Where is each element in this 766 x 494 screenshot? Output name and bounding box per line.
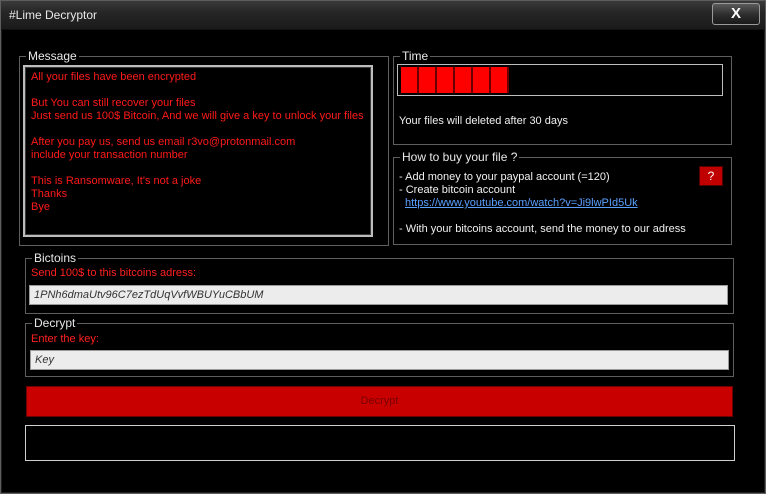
decrypt-button[interactable]: Decrypt: [26, 386, 733, 417]
decrypt-legend: Decrypt: [32, 316, 78, 330]
output-box[interactable]: [25, 425, 735, 461]
bitcoin-instruction: Send 100$ to this bitcoins adress:: [31, 267, 197, 279]
time-status-text: Your files will deleted after 30 days: [399, 115, 568, 127]
progress-segment: [455, 67, 473, 93]
time-legend: Time: [400, 49, 431, 63]
window-client-area: Message All your files have been encrypt…: [7, 31, 757, 489]
how-to-buy-group: How to buy your file ? - Add money to yo…: [393, 150, 732, 245]
ransom-message-box: All your files have been encrypted But Y…: [23, 65, 373, 237]
howto-step-2: - Create bitcoin account: [399, 184, 516, 196]
message-line: Bye: [31, 201, 50, 213]
help-button[interactable]: ?: [699, 166, 723, 186]
progress-segment: [473, 67, 491, 93]
progress-segment: [437, 67, 455, 93]
bitcoin-address-value: 1PNh6dmaUtv96C7ezTdUqVvfWBUYuCBbUM: [34, 289, 264, 301]
bitcoin-address-field[interactable]: 1PNh6dmaUtv96C7ezTdUqVvfWBUYuCBbUM: [29, 285, 728, 305]
decrypt-group: Decrypt Enter the key: Key: [25, 316, 734, 377]
countdown-progress-bar: [397, 64, 723, 96]
key-input-placeholder: Key: [35, 354, 54, 366]
progress-segment: [491, 67, 509, 93]
close-button[interactable]: X: [712, 3, 760, 25]
howto-step-1: - Add money to your paypal account (=120…: [399, 171, 610, 183]
message-line: Just send us 100$ Bitcoin, And we will g…: [31, 110, 364, 122]
message-legend: Message: [26, 49, 79, 63]
close-icon: X: [730, 5, 741, 22]
question-mark-icon: ?: [707, 169, 715, 183]
message-line: include your transaction number: [31, 149, 188, 161]
message-line: But You can still recover your files: [31, 97, 196, 109]
howto-step-3: - With your bitcoins account, send the m…: [399, 223, 686, 235]
message-group: Message All your files have been encrypt…: [19, 49, 389, 246]
title-bar[interactable]: #Lime Decryptor X: [1, 1, 765, 30]
message-line: Thanks: [31, 188, 68, 200]
message-line: After you pay us, send us email r3vo@pro…: [31, 136, 296, 148]
message-line: This is Ransomware, It's not a joke: [31, 175, 202, 187]
progress-segment: [401, 67, 419, 93]
window-title: #Lime Decryptor: [9, 8, 98, 22]
decrypt-button-label: Decrypt: [360, 395, 399, 407]
bitcoins-group: Bictoins Send 100$ to this bitcoins adre…: [25, 251, 734, 314]
lime-decryptor-window: #Lime Decryptor X Message All your files…: [0, 0, 766, 494]
progress-segment: [419, 67, 437, 93]
message-line: All your files have been encrypted: [31, 71, 197, 83]
time-group: Time Your files will deleted after 30 da…: [393, 49, 732, 145]
how-to-buy-legend: How to buy your file ?: [400, 150, 520, 164]
key-instruction: Enter the key:: [31, 333, 99, 345]
youtube-tutorial-link[interactable]: https://www.youtube.com/watch?v=Ji9lwPId…: [405, 197, 638, 209]
bitcoins-legend: Bictoins: [32, 251, 79, 265]
key-input[interactable]: Key: [30, 350, 729, 370]
